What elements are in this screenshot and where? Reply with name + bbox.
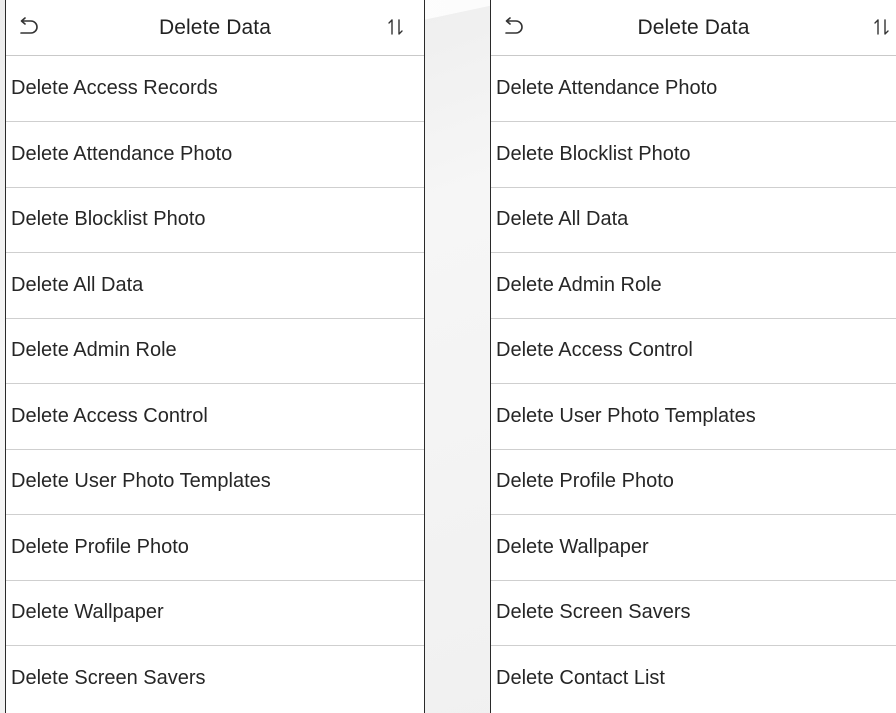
back-button[interactable] — [499, 14, 527, 40]
delete-options-list: Delete Attendance Photo Delete Blocklist… — [491, 56, 896, 712]
list-item-delete-screen-savers[interactable]: Delete Screen Savers — [6, 646, 424, 712]
sort-arrows-icon — [388, 19, 403, 35]
list-item-delete-admin-role[interactable]: Delete Admin Role — [491, 253, 896, 319]
list-item-delete-attendance-photo[interactable]: Delete Attendance Photo — [491, 56, 896, 122]
list-item-delete-all-data[interactable]: Delete All Data — [6, 253, 424, 319]
list-item-delete-access-records[interactable]: Delete Access Records — [6, 56, 424, 122]
title-bar: Delete Data — [491, 0, 896, 56]
list-item-delete-wallpaper[interactable]: Delete Wallpaper — [491, 515, 896, 581]
back-arrow-icon — [505, 17, 523, 34]
list-item-delete-attendance-photo[interactable]: Delete Attendance Photo — [6, 122, 424, 188]
page-title: Delete Data — [159, 15, 271, 39]
list-item-delete-blocklist-photo[interactable]: Delete Blocklist Photo — [6, 188, 424, 253]
sort-arrows-icon — [874, 19, 889, 35]
list-item-delete-profile-photo[interactable]: Delete Profile Photo — [6, 515, 424, 581]
page-title: Delete Data — [637, 15, 750, 39]
delete-options-list: Delete Access Records Delete Attendance … — [6, 56, 424, 712]
sort-button[interactable] — [382, 14, 410, 40]
back-arrow-icon — [20, 17, 38, 34]
delete-data-screen-left: Delete Data Delete Access Records Delete… — [5, 0, 425, 713]
back-button[interactable] — [14, 14, 42, 40]
delete-data-screen-right: Delete Data Delete Attendance Photo Dele… — [490, 0, 896, 713]
sort-button[interactable] — [868, 14, 896, 40]
list-item-delete-contact-list[interactable]: Delete Contact List — [491, 646, 896, 712]
list-item-delete-user-photo-templates[interactable]: Delete User Photo Templates — [6, 450, 424, 515]
list-item-delete-user-photo-templates[interactable]: Delete User Photo Templates — [491, 384, 896, 450]
list-item-delete-blocklist-photo[interactable]: Delete Blocklist Photo — [491, 122, 896, 188]
list-item-delete-admin-role[interactable]: Delete Admin Role — [6, 319, 424, 384]
title-bar: Delete Data — [6, 0, 424, 56]
list-item-delete-all-data[interactable]: Delete All Data — [491, 188, 896, 253]
list-item-delete-screen-savers[interactable]: Delete Screen Savers — [491, 581, 896, 646]
list-item-delete-access-control[interactable]: Delete Access Control — [491, 319, 896, 384]
list-item-delete-profile-photo[interactable]: Delete Profile Photo — [491, 450, 896, 515]
list-item-delete-wallpaper[interactable]: Delete Wallpaper — [6, 581, 424, 646]
list-item-delete-access-control[interactable]: Delete Access Control — [6, 384, 424, 450]
